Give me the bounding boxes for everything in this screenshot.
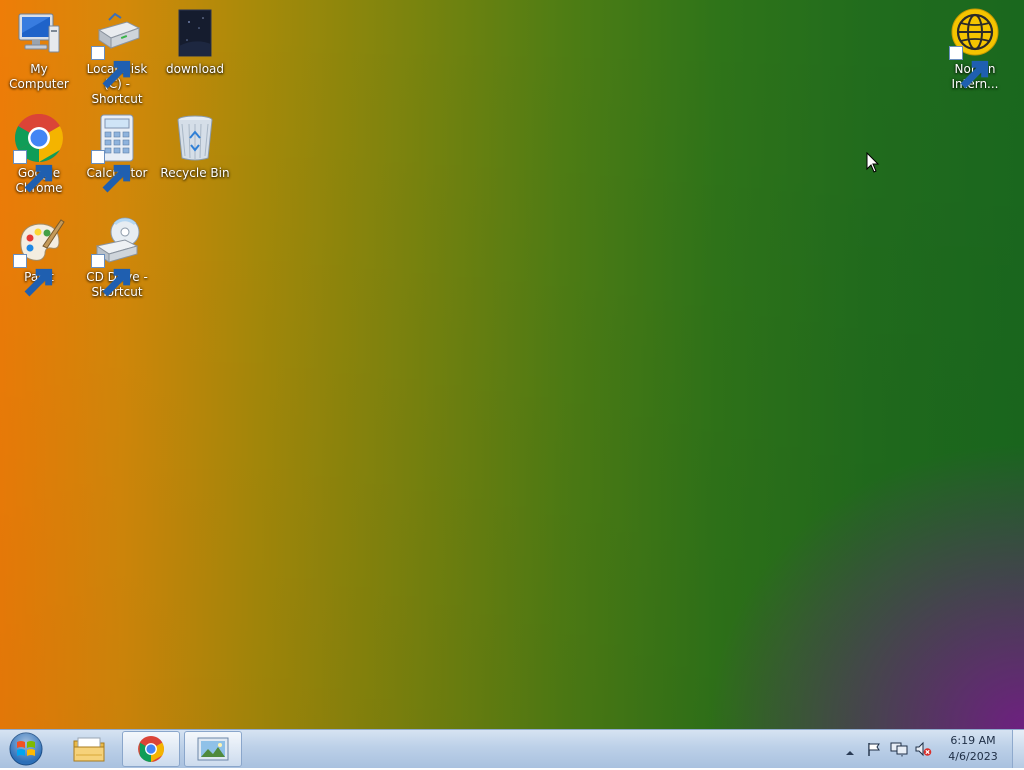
desktop-icon-local-disk-shortcut[interactable]: Local Disk (C) - Shortcut xyxy=(78,4,156,107)
image-viewer-icon xyxy=(197,737,229,761)
image-file-icon xyxy=(169,8,221,60)
action-center-flag-icon[interactable] xyxy=(866,741,882,761)
start-button[interactable] xyxy=(4,732,48,766)
desktop-icon-recycle-bin[interactable]: Recycle Bin xyxy=(156,108,234,181)
network-icon[interactable] xyxy=(890,741,908,761)
chrome-icon xyxy=(138,736,164,762)
show-hidden-icons-icon[interactable] xyxy=(845,743,855,762)
clock-date: 4/6/2023 xyxy=(948,750,998,763)
desktop-icon-label: download xyxy=(165,62,225,76)
taskbar-clock[interactable]: 6:19 AM 4/6/2023 xyxy=(936,733,1010,765)
show-desktop-button[interactable] xyxy=(1012,730,1024,768)
desktop-icon-download[interactable]: download xyxy=(156,4,234,77)
taskbar-chrome-button[interactable] xyxy=(122,731,180,767)
desktop-icon-calculator[interactable]: Calculator xyxy=(78,108,156,193)
shortcut-arrow-icon xyxy=(949,46,989,89)
mouse-cursor-icon xyxy=(866,151,880,178)
desktop-icon-paint[interactable]: Paint xyxy=(0,212,78,297)
recycle-bin-icon xyxy=(169,112,221,164)
desktop-icon-norton[interactable]: Norton Intern... xyxy=(936,4,1014,92)
desktop-icon-label: Recycle Bin xyxy=(160,166,230,180)
shortcut-arrow-icon xyxy=(91,46,131,89)
calculator-icon xyxy=(91,112,143,193)
desktop[interactable]: My Computer Local Disk (C) - Shortcut do… xyxy=(0,0,1024,729)
cd-drive-icon xyxy=(91,216,143,297)
taskbar: 6:19 AM 4/6/2023 xyxy=(0,729,1024,768)
norton-globe-icon xyxy=(949,8,1001,89)
desktop-icon-my-computer[interactable]: My Computer xyxy=(0,4,78,92)
clock-time: 6:19 AM xyxy=(950,734,996,747)
windows-logo-icon xyxy=(9,732,43,766)
paint-palette-icon xyxy=(13,216,65,297)
desktop-icon-label: My Computer xyxy=(9,62,69,91)
shortcut-arrow-icon xyxy=(91,150,131,193)
shortcut-arrow-icon xyxy=(91,254,131,297)
chrome-icon xyxy=(13,112,65,193)
taskbar-image-viewer-button[interactable] xyxy=(184,731,242,767)
shortcut-arrow-icon xyxy=(13,254,53,297)
volume-muted-icon[interactable] xyxy=(914,741,932,761)
desktop-icon-cd-drive-shortcut[interactable]: CD Drive - Shortcut xyxy=(78,212,156,300)
folder-icon xyxy=(73,737,105,762)
shortcut-arrow-icon xyxy=(13,150,53,193)
hard-disk-icon xyxy=(91,8,143,89)
computer-icon xyxy=(13,8,65,60)
desktop-icon-google-chrome[interactable]: Google Chrome xyxy=(0,108,78,196)
taskbar-explorer-button[interactable] xyxy=(60,731,118,767)
